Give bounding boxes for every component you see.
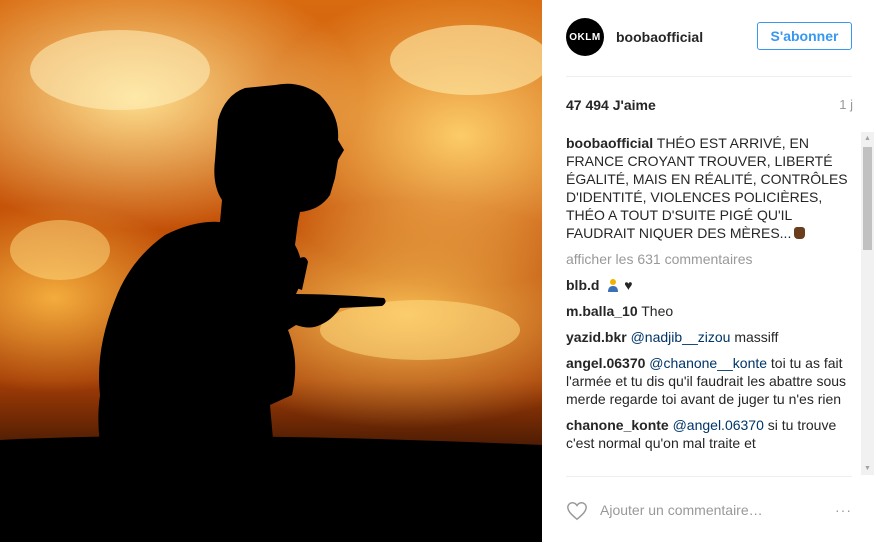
post-time[interactable]: 1 j bbox=[839, 97, 853, 112]
avatar[interactable]: OKLM bbox=[566, 18, 604, 56]
comments-scrollbar[interactable]: ▲ ▼ bbox=[861, 132, 874, 475]
comment-mention[interactable]: @angel.06370 bbox=[673, 417, 764, 433]
comment-username[interactable]: chanone_konte bbox=[566, 417, 669, 433]
caption: boobaofficial THÉO EST ARRIVÉ, EN FRANCE… bbox=[566, 134, 861, 242]
raised-fist-icon bbox=[794, 227, 806, 239]
comment-username[interactable]: angel.06370 bbox=[566, 355, 645, 371]
post-panel: OKLM boobaofficial S'abonner 47 494 J'ai… bbox=[542, 0, 876, 542]
comment-text: Theo bbox=[641, 303, 674, 319]
comment-username[interactable]: blb.d bbox=[566, 277, 599, 293]
caption-username[interactable]: boobaofficial bbox=[566, 135, 653, 151]
comment-text: ♥ bbox=[624, 277, 633, 293]
post-footer: Ajouter un commentaire… ··· bbox=[566, 476, 852, 543]
scroll-thumb[interactable] bbox=[863, 147, 872, 250]
list-item: angel.06370 @chanone__konte toi tu as fa… bbox=[566, 354, 861, 408]
scroll-down-arrow-icon[interactable]: ▼ bbox=[861, 462, 874, 475]
comment-username[interactable]: yazid.bkr bbox=[566, 329, 627, 345]
comment-username[interactable]: m.balla_10 bbox=[566, 303, 638, 319]
silhouette-image bbox=[0, 25, 542, 542]
person-icon bbox=[608, 279, 619, 292]
comment-input[interactable]: Ajouter un commentaire… bbox=[600, 502, 763, 518]
show-more-comments-link[interactable]: afficher les 631 commentaires bbox=[566, 250, 861, 268]
likes-count[interactable]: 47 494 J'aime bbox=[566, 97, 656, 113]
username-link[interactable]: boobaofficial bbox=[616, 29, 703, 45]
post-header: OKLM boobaofficial S'abonner bbox=[566, 16, 852, 77]
comment-mention[interactable]: @nadjib__zizou bbox=[631, 329, 731, 345]
follow-button[interactable]: S'abonner bbox=[757, 22, 852, 50]
list-item: m.balla_10 Theo bbox=[566, 302, 861, 320]
scroll-up-arrow-icon[interactable]: ▲ bbox=[861, 132, 874, 145]
comment-text: massiff bbox=[734, 329, 779, 345]
comment-mention[interactable]: @chanone__konte bbox=[649, 355, 767, 371]
comments-list[interactable]: boobaofficial THÉO EST ARRIVÉ, EN FRANCE… bbox=[566, 134, 861, 474]
post-photo bbox=[0, 0, 542, 542]
list-item: chanone_konte @angel.06370 si tu trouve … bbox=[566, 416, 861, 452]
list-item: blb.d ♥ bbox=[566, 276, 861, 294]
list-item: yazid.bkr @nadjib__zizou massiff bbox=[566, 328, 861, 346]
heart-icon[interactable] bbox=[566, 500, 588, 522]
more-options-icon[interactable]: ··· bbox=[835, 502, 852, 518]
